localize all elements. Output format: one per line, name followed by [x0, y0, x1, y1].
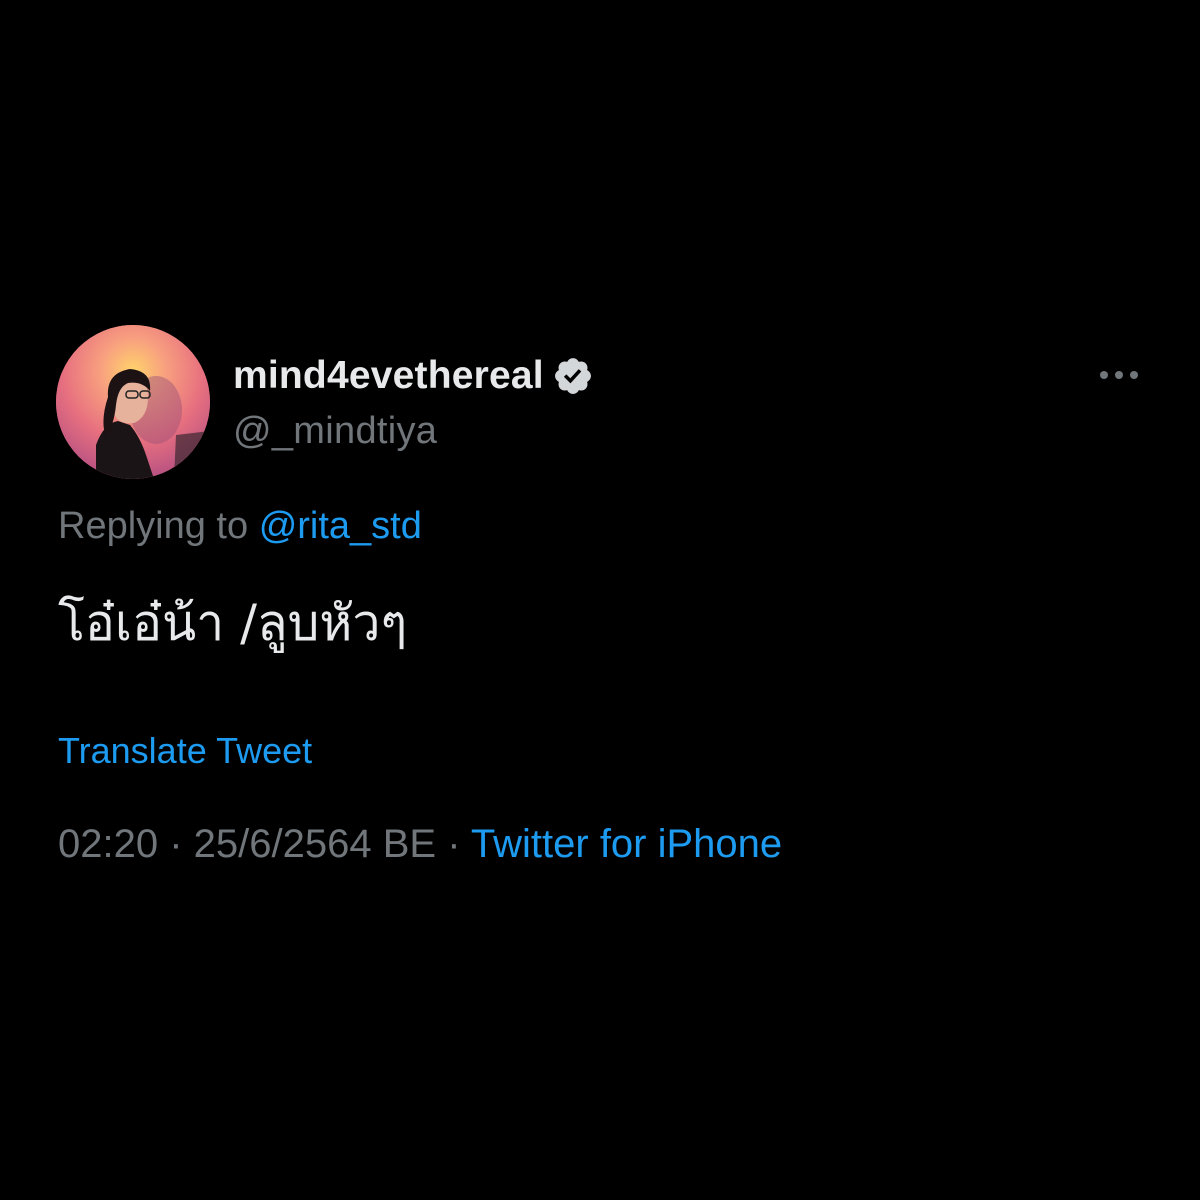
- tweet-source-link[interactable]: Twitter for iPhone: [471, 822, 782, 866]
- meta-separator: ·: [158, 822, 194, 866]
- reply-mention-link[interactable]: @rita_std: [259, 505, 422, 547]
- tweet-detail: mind4evethereal @_mindtiya Replying to @…: [0, 0, 1200, 1200]
- verified-badge-icon: [552, 355, 594, 397]
- replying-to: Replying to @rita_std: [58, 505, 422, 548]
- user-handle[interactable]: @_mindtiya: [233, 410, 437, 453]
- replying-prefix: Replying to: [58, 505, 249, 547]
- translate-tweet-link[interactable]: Translate Tweet: [58, 730, 312, 772]
- tweet-date[interactable]: 25/6/2564 BE: [194, 822, 436, 866]
- more-options-icon[interactable]: [1094, 362, 1144, 388]
- avatar[interactable]: [56, 325, 210, 479]
- tweet-time[interactable]: 02:20: [58, 822, 158, 866]
- tweet-text: โอ๋เอ๋น้า /ลูบหัวๆ: [58, 594, 408, 652]
- avatar-photo: [56, 325, 210, 479]
- tweet-metadata: 02:20 · 25/6/2564 BE · Twitter for iPhon…: [58, 822, 782, 867]
- display-name[interactable]: mind4evethereal: [233, 354, 544, 398]
- meta-separator: ·: [436, 822, 471, 866]
- display-name-row: mind4evethereal: [233, 352, 594, 400]
